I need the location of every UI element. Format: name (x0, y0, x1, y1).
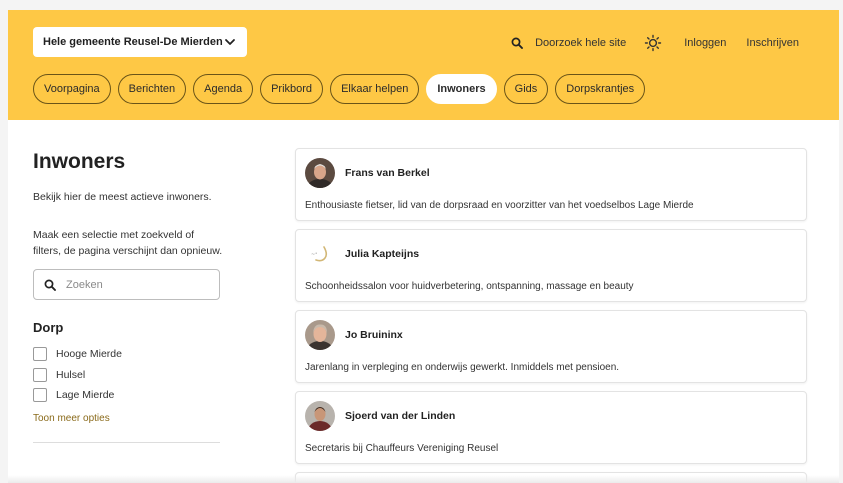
page: Hele gemeente Reusel-De Mierden Doorzoek… (8, 10, 839, 483)
resident-bio: Schoonheidssalon voor huidverbetering, o… (305, 281, 634, 292)
divider (33, 441, 220, 443)
filter-title-dorp: Dorp (33, 320, 64, 335)
resident-bio: Jarenlang in verpleging en onderwijs gew… (305, 362, 620, 373)
resident-name: Julia Kapteijns (345, 248, 420, 260)
resident-bio: Secretaris bij Chauffeurs Vereniging Reu… (305, 443, 499, 454)
filter-hooge-mierde[interactable]: Hooge Mierde (33, 344, 223, 365)
filter-hint: Maak een selectie met zoekveld of filter… (33, 229, 223, 257)
tab-elkaar-helpen[interactable]: Elkaar helpen (330, 74, 420, 104)
search-icon (44, 279, 56, 291)
avatar (305, 158, 335, 188)
site-header: Hele gemeente Reusel-De Mierden Doorzoek… (8, 10, 839, 120)
chevron-down-icon (225, 39, 235, 45)
show-more-options-link[interactable]: Toon meer opties (33, 413, 223, 424)
resident-name: Sjoerd van der Linden (345, 410, 456, 422)
bottom-fade (8, 475, 839, 483)
page-intro: Bekijk hier de meest actieve inwoners. (33, 191, 212, 203)
tab-agenda[interactable]: Agenda (193, 74, 254, 104)
site-search-label: Doorzoek hele site (535, 37, 627, 49)
top-links: Doorzoek hele site Inloggen Inschrijven (511, 34, 839, 52)
sidebar: Inwoners Bekijk hier de meest actieve in… (33, 150, 223, 443)
logo-icon: ~ᵃ (305, 239, 335, 269)
tab-inwoners[interactable]: Inwoners (426, 74, 497, 104)
resident-card[interactable]: ~ᵃ Julia Kapteijns Schoonheidssalon voor… (295, 229, 807, 302)
search-input[interactable] (66, 278, 206, 291)
sun-icon[interactable] (644, 34, 662, 52)
resident-card[interactable]: Frans van Berkel Enthousiaste fietser, l… (295, 148, 807, 221)
resident-list: Frans van Berkel Enthousiaste fietser, l… (295, 148, 807, 483)
resident-card[interactable]: Jo Bruininx Jarenlang in verpleging en o… (295, 310, 807, 383)
search-icon (511, 37, 524, 49)
svg-text:~ᵃ: ~ᵃ (311, 252, 317, 258)
location-select[interactable]: Hele gemeente Reusel-De Mierden (33, 27, 247, 57)
tab-gids[interactable]: Gids (503, 74, 549, 104)
checkbox[interactable] (33, 388, 47, 403)
resident-name: Frans van Berkel (345, 167, 430, 179)
checkbox[interactable] (33, 347, 47, 362)
tab-berichten[interactable]: Berichten (117, 74, 187, 104)
login-link[interactable]: Inloggen (684, 37, 726, 49)
site-search-link[interactable]: Doorzoek hele site (511, 37, 626, 49)
page-title: Inwoners (33, 150, 126, 173)
filter-label: Hooge Mierde (56, 348, 122, 361)
search-field[interactable] (33, 269, 220, 300)
tab-voorpagina[interactable]: Voorpagina (33, 74, 111, 104)
checkbox[interactable] (33, 367, 47, 382)
avatar (305, 401, 335, 431)
filter-label: Hulsel (56, 368, 86, 381)
tab-dorpskrantjes[interactable]: Dorpskrantjes (555, 74, 646, 104)
filter-hulsel[interactable]: Hulsel (33, 365, 223, 386)
main-nav: Voorpagina Berichten Agenda Prikbord Elk… (33, 74, 646, 104)
avatar (305, 320, 335, 350)
resident-bio: Enthousiaste fietser, lid van de dorpsra… (305, 200, 694, 211)
resident-name: Jo Bruininx (345, 329, 403, 341)
tab-prikbord[interactable]: Prikbord (260, 74, 324, 104)
filter-label: Lage Mierde (56, 389, 115, 402)
location-select-label: Hele gemeente Reusel-De Mierden (43, 36, 223, 48)
resident-card[interactable]: Sjoerd van der Linden Secretaris bij Cha… (295, 391, 807, 464)
filter-lage-mierde[interactable]: Lage Mierde (33, 385, 223, 406)
signup-link[interactable]: Inschrijven (746, 37, 799, 49)
